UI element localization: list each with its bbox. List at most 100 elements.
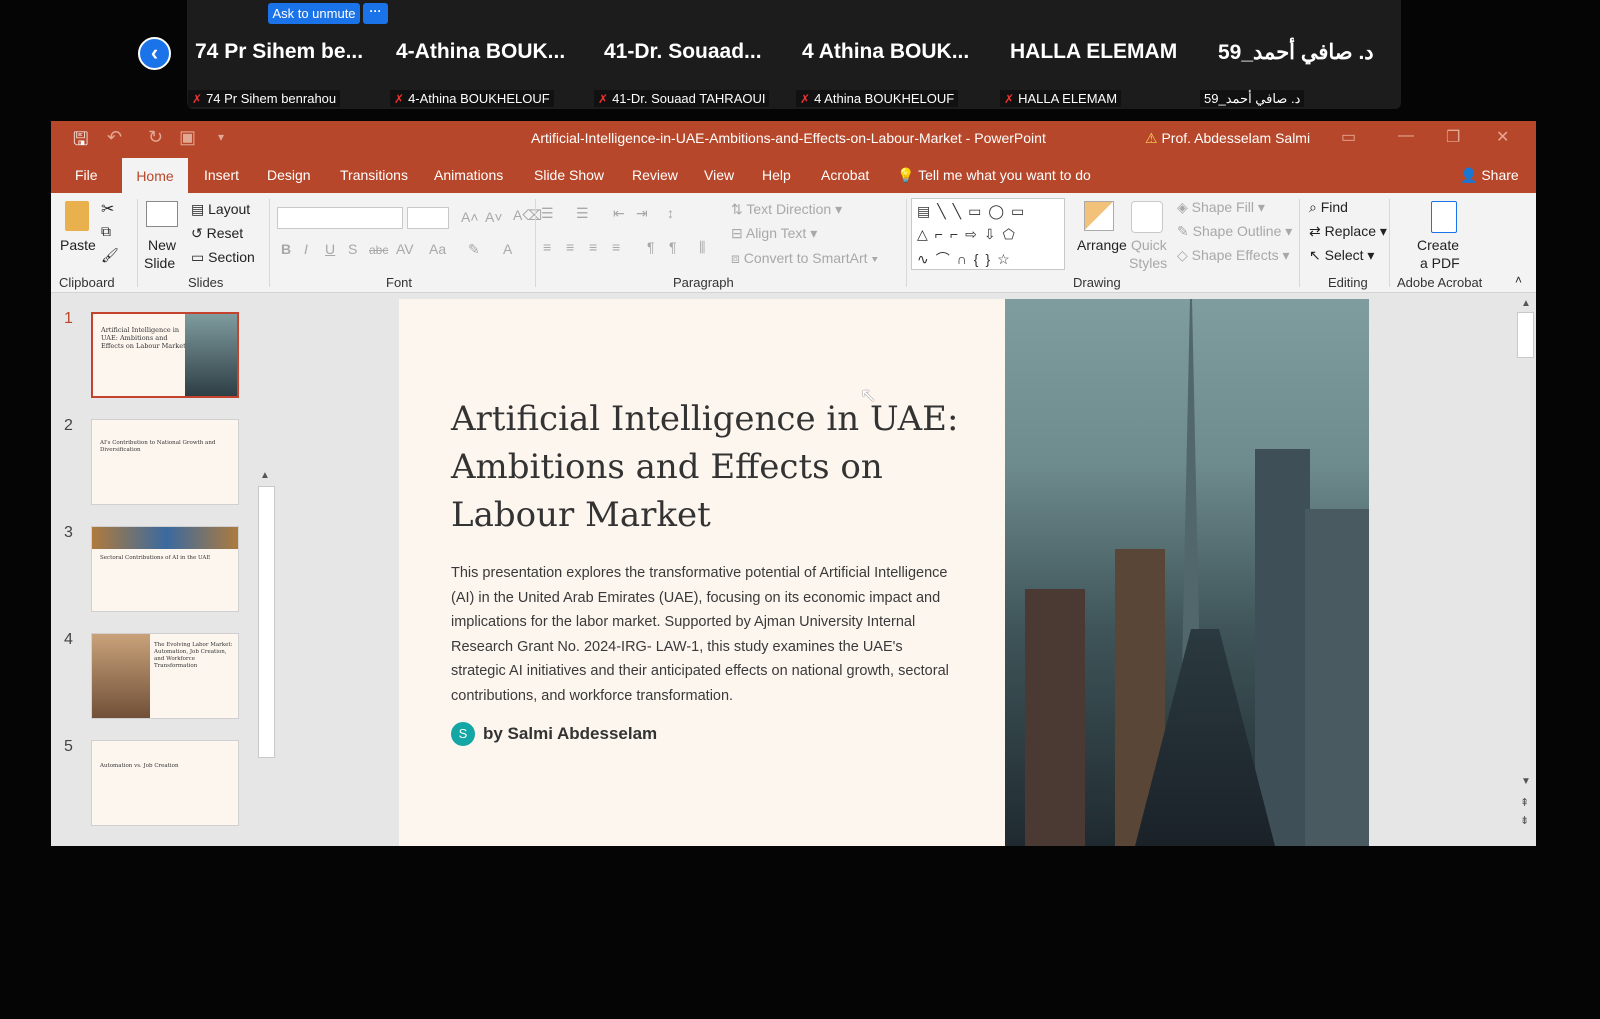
cut-icon[interactable]: ✂ (101, 199, 114, 219)
ribbon-display-icon[interactable]: ▭ (1341, 127, 1356, 147)
slide-scrollbar[interactable]: ▲ ▼ ⇞ ⇟ (1516, 294, 1536, 846)
convert-smartart-button[interactable]: ⧈ Convert to SmartArt ▾ (731, 250, 878, 267)
new-slide-icon[interactable] (146, 201, 178, 227)
collapse-ribbon-icon[interactable]: ˄ (1515, 273, 1522, 287)
font-name-box[interactable] (277, 207, 403, 229)
undo-icon[interactable]: ↶ (107, 127, 122, 148)
section-button[interactable]: ▭ Section (191, 249, 255, 266)
underline-icon[interactable]: U (325, 241, 335, 257)
text-direction-button[interactable]: ⇅ Text Direction ▾ (731, 201, 842, 218)
tab-home[interactable]: Home (122, 158, 188, 193)
tab-view[interactable]: View (704, 167, 734, 183)
ltr-icon[interactable]: ¶ (647, 239, 655, 255)
quick-styles-icon[interactable] (1131, 201, 1163, 233)
highlight-icon[interactable]: ✎ (468, 241, 480, 258)
ask-to-unmute-button[interactable]: Ask to unmute (268, 3, 360, 24)
share-button[interactable]: 👤 Share (1460, 167, 1519, 184)
slide-thumbnail[interactable]: AI's Contribution to National Growth and… (91, 419, 239, 505)
participant-name[interactable]: 4-Athina BOUK... (396, 40, 565, 64)
align-left-icon[interactable]: ≡ (543, 239, 551, 255)
paste-button[interactable]: Paste (60, 237, 96, 253)
tab-file[interactable]: File (75, 167, 98, 183)
font-size-box[interactable] (407, 207, 449, 229)
slide-title[interactable]: Artificial Intelligence in UAE: Ambition… (451, 395, 971, 539)
format-painter-icon[interactable]: 🖌 (101, 247, 119, 264)
shape-effects-button[interactable]: ◇ Shape Effects ▾ (1177, 247, 1290, 264)
participant-name[interactable]: 4 Athina BOUK... (802, 40, 969, 64)
grow-font-icon[interactable]: A˄ (461, 209, 479, 225)
participant-name[interactable]: 74 Pr Sihem be... (195, 40, 363, 64)
select-button[interactable]: ↖ Select ▾ (1309, 247, 1374, 264)
italic-icon[interactable]: I (304, 241, 308, 257)
bullets-icon[interactable]: ☰ (541, 205, 554, 222)
rtl-icon[interactable]: ¶ (669, 239, 677, 255)
numbering-icon[interactable]: ☰ (576, 205, 589, 222)
participant-name[interactable]: 41-Dr. Souaad... (604, 40, 762, 64)
slide-thumbnail[interactable]: Artificial Intelligence in UAE: Ambition… (91, 312, 239, 398)
previous-slide-icon[interactable]: ⇞ (1520, 796, 1529, 809)
next-slide-icon[interactable]: ⇟ (1520, 814, 1529, 827)
bold-icon[interactable]: B (281, 241, 291, 257)
shape-outline-button[interactable]: ✎ Shape Outline ▾ (1177, 223, 1292, 240)
strikethrough-icon[interactable]: abc (369, 243, 388, 257)
tab-animations[interactable]: Animations (434, 167, 503, 183)
tab-slide-show[interactable]: Slide Show (534, 167, 604, 183)
customize-qat-icon[interactable]: ▾ (218, 130, 224, 144)
increase-indent-icon[interactable]: ⇥ (636, 205, 648, 222)
start-slideshow-icon[interactable]: ▣ (179, 127, 196, 148)
slide-body-text[interactable]: This presentation explores the transform… (451, 561, 961, 708)
arrange-button[interactable]: Arrange (1077, 237, 1127, 253)
align-text-button[interactable]: ⊟ Align Text ▾ (731, 225, 817, 242)
shapes-row-2[interactable]: △⌐⌐⇨⇩⬠ (917, 226, 1022, 243)
reset-button[interactable]: ↺ Reset (191, 225, 243, 242)
shapes-row-1[interactable]: ▤╲╲▭◯▭ (917, 203, 1031, 220)
tab-acrobat[interactable]: Acrobat (821, 167, 869, 183)
shape-fill-button[interactable]: ◈ Shape Fill ▾ (1177, 199, 1265, 216)
create-pdf-button[interactable]: Create (1417, 237, 1459, 253)
tab-insert[interactable]: Insert (204, 167, 239, 183)
create-pdf-icon[interactable] (1431, 201, 1457, 233)
tell-me-search[interactable]: 💡 Tell me what you want to do (897, 167, 1091, 184)
scroll-up-icon[interactable]: ▲ (1521, 298, 1531, 309)
quick-styles-button[interactable]: Quick (1131, 237, 1167, 253)
create-pdf-button-label[interactable]: a PDF (1420, 255, 1460, 271)
shapes-row-3[interactable]: ∿⌒∩{}☆ (917, 249, 1017, 269)
user-name[interactable]: ⚠ Prof. Abdesselam Salmi (1145, 130, 1310, 147)
new-slide-button[interactable]: New (148, 237, 176, 253)
participant-name[interactable]: د. صافي أحمد_59 (1218, 40, 1374, 65)
arrange-icon[interactable] (1084, 201, 1114, 231)
quick-styles-button-label[interactable]: Styles (1129, 255, 1167, 271)
tab-design[interactable]: Design (267, 167, 311, 183)
redo-icon[interactable]: ↻ (148, 127, 163, 148)
copy-icon[interactable]: ⧉ (101, 223, 111, 240)
new-slide-button-label[interactable]: Slide (144, 255, 175, 271)
scroll-down-icon[interactable]: ▼ (1521, 776, 1531, 787)
slide-thumbnail[interactable]: The Evolving Labor Market: Automation, J… (91, 633, 239, 719)
tab-review[interactable]: Review (632, 167, 678, 183)
character-spacing-icon[interactable]: AV (396, 241, 414, 257)
save-icon[interactable]: 🖫 (73, 127, 88, 157)
layout-button[interactable]: ▤ Layout (191, 201, 250, 218)
decrease-indent-icon[interactable]: ⇤ (613, 205, 625, 222)
scroll-thumb[interactable] (258, 486, 275, 758)
columns-icon[interactable]: ⫼ (699, 239, 705, 256)
minimize-icon[interactable]: — (1398, 127, 1414, 145)
thumbnail-scrollbar[interactable]: ▲ (258, 470, 275, 1019)
slide-thumbnail[interactable]: Automation vs. Job Creation (91, 740, 239, 826)
paste-icon[interactable] (65, 201, 89, 231)
shapes-gallery[interactable]: ▤╲╲▭◯▭ △⌐⌐⇨⇩⬠ ∿⌒∩{}☆ (911, 198, 1065, 270)
city-skyline-image[interactable] (1005, 299, 1369, 846)
change-case-icon[interactable]: Aa (429, 241, 446, 257)
shrink-font-icon[interactable]: A˅ (485, 209, 503, 225)
restore-icon[interactable]: ❐ (1446, 127, 1460, 147)
align-right-icon[interactable]: ≡ (589, 239, 597, 255)
clear-formatting-icon[interactable]: A⌫ (513, 207, 542, 224)
font-color-icon[interactable]: A (503, 241, 512, 257)
align-center-icon[interactable]: ≡ (566, 239, 574, 255)
scroll-up-icon[interactable]: ▲ (260, 470, 270, 481)
line-spacing-icon[interactable]: ↕ (667, 205, 674, 221)
replace-button[interactable]: ⇄ Replace ▾ (1309, 223, 1387, 240)
justify-icon[interactable]: ≡ (612, 239, 620, 255)
back-arrow-icon[interactable]: ‹ (138, 37, 171, 70)
close-icon[interactable]: ✕ (1496, 127, 1509, 147)
